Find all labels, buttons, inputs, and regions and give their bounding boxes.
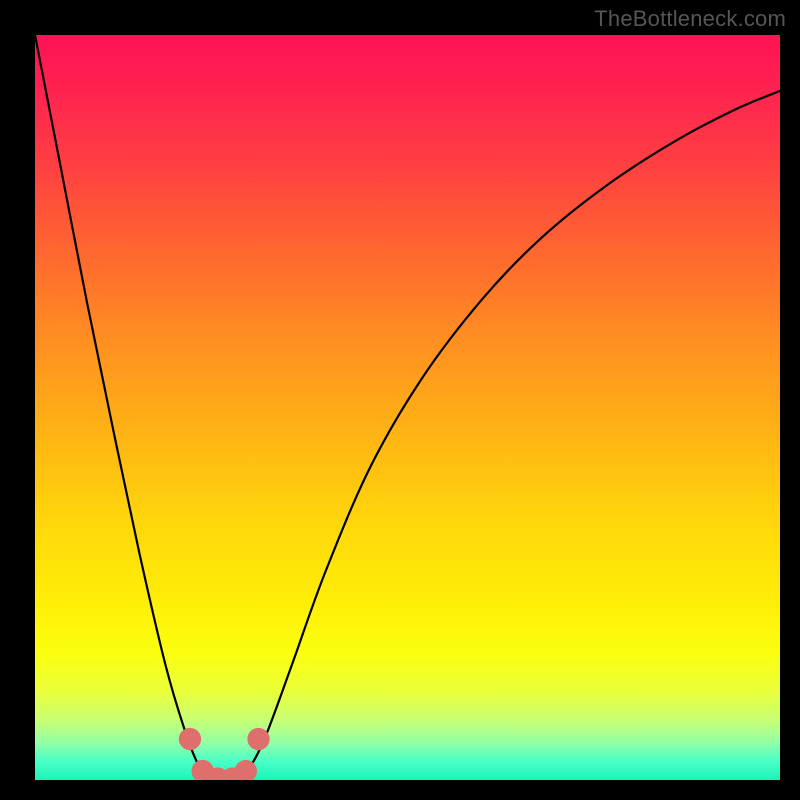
chart-frame: TheBottleneck.com — [0, 0, 800, 800]
watermark-text: TheBottleneck.com — [594, 6, 786, 32]
bottleneck-curve — [35, 35, 780, 780]
optimal-marker — [247, 728, 269, 750]
plot-area — [35, 35, 780, 780]
chart-svg — [35, 35, 780, 780]
optimal-marker — [179, 728, 201, 750]
